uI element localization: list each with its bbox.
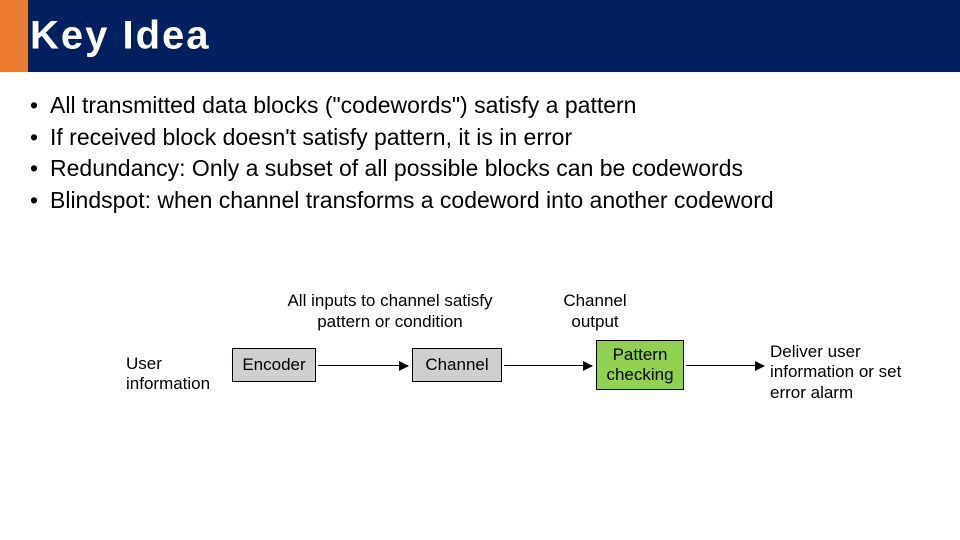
- arrow-icon: [504, 365, 592, 366]
- bullet-item: All transmitted data blocks ("codewords"…: [28, 90, 932, 122]
- caption-inputs: All inputs to channel satisfy pattern or…: [270, 290, 510, 333]
- user-information-label: User information: [126, 354, 221, 395]
- pattern-checking-box: Pattern checking: [596, 340, 684, 390]
- arrow-icon: [318, 365, 408, 366]
- bullet-list: All transmitted data blocks ("codewords"…: [28, 90, 932, 217]
- bullet-item: If received block doesn't satisfy patter…: [28, 122, 932, 154]
- arrow-icon: [686, 365, 764, 366]
- channel-box: Channel: [412, 348, 502, 382]
- encoder-box: Encoder: [232, 348, 316, 382]
- flow-diagram: All inputs to channel satisfy pattern or…: [0, 290, 960, 510]
- bullet-item: Blindspot: when channel transforms a cod…: [28, 185, 932, 217]
- deliver-label: Deliver user information or set error al…: [770, 342, 930, 403]
- slide-title: Key Idea: [30, 14, 211, 59]
- title-accent: [0, 0, 28, 72]
- pattern-label: Pattern checking: [597, 345, 683, 386]
- title-bar: Key Idea: [0, 0, 960, 72]
- caption-output: Channel output: [550, 290, 640, 333]
- content-area: All transmitted data blocks ("codewords"…: [0, 72, 960, 217]
- channel-label: Channel: [425, 355, 488, 375]
- encoder-label: Encoder: [242, 355, 305, 375]
- bullet-item: Redundancy: Only a subset of all possibl…: [28, 153, 932, 185]
